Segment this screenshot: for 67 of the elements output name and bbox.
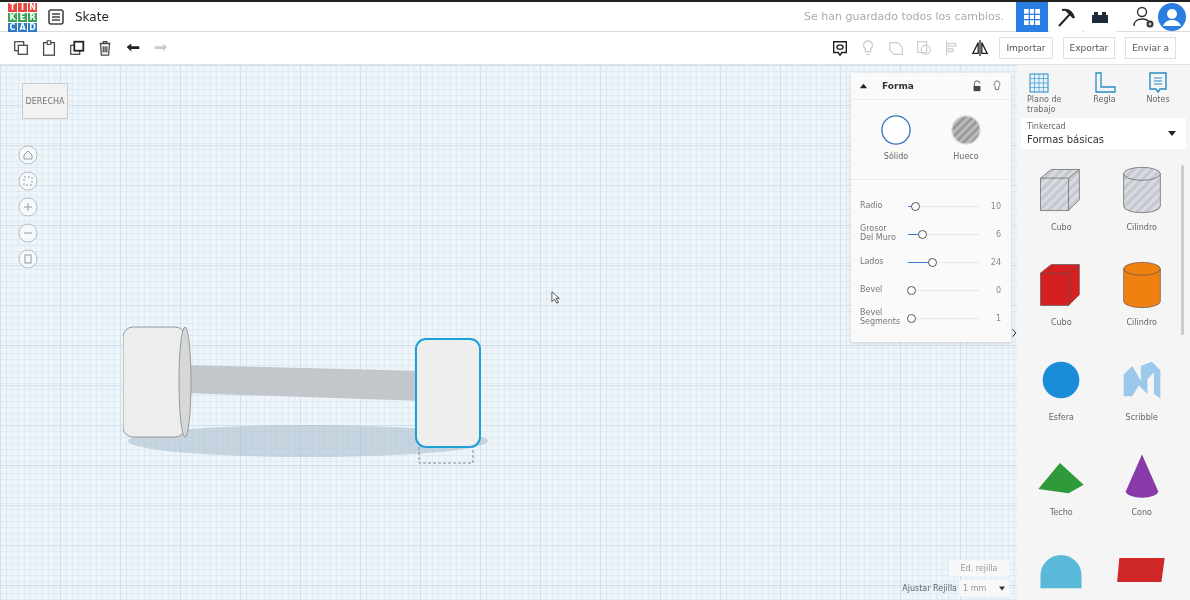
snap-grid-label: Ajustar Rejilla xyxy=(902,583,957,593)
caret-icon xyxy=(1168,131,1176,137)
logo-letter: A xyxy=(18,22,27,32)
design-title[interactable]: Skate xyxy=(75,9,109,24)
cursor-icon xyxy=(551,291,561,304)
grid-icon xyxy=(1022,6,1042,27)
logo-letter: R xyxy=(28,12,37,22)
logo-letter: E xyxy=(18,12,27,22)
view-cube[interactable]: DERECHA xyxy=(22,83,68,119)
grid-plane-icon[interactable] xyxy=(1027,71,1051,95)
library-select[interactable]: Tinkercad Formas básicas xyxy=(1021,118,1186,150)
bulb-icon[interactable] xyxy=(991,80,1003,92)
hole-option[interactable] xyxy=(950,114,982,146)
list-icon[interactable] xyxy=(47,7,65,26)
add-user-icon[interactable] xyxy=(1132,4,1156,29)
slider-label: Bevel Segments xyxy=(860,309,902,327)
shape-label: Techo xyxy=(1049,508,1073,518)
duplicate-icon[interactable] xyxy=(68,39,86,57)
slider-value: 1 xyxy=(994,313,1001,323)
paste-icon[interactable] xyxy=(40,39,58,57)
panel-title: Forma xyxy=(882,81,914,91)
logo-letter: D xyxy=(28,22,37,32)
note-icon[interactable] xyxy=(1146,71,1170,95)
logo-letter: T xyxy=(8,2,17,12)
slider-label: Grosor Del Muro xyxy=(860,225,897,243)
solid-option[interactable] xyxy=(880,114,912,146)
shape-label: Cubo xyxy=(1050,318,1072,328)
action-button[interactable]: Importar xyxy=(999,37,1053,59)
shape-label: Scribble xyxy=(1125,413,1158,423)
grid-view-button[interactable] xyxy=(1016,1,1048,32)
logo-letter: N xyxy=(28,2,37,12)
tool-label: Plano de trabajo xyxy=(1027,95,1063,115)
chevron-icon[interactable] xyxy=(1012,327,1017,339)
caret-icon xyxy=(999,585,1005,591)
home-icon[interactable] xyxy=(18,145,38,165)
action-button[interactable]: Enviar a xyxy=(1125,37,1176,59)
avatar-icon[interactable] xyxy=(1158,2,1186,31)
logo-letter: K xyxy=(8,12,17,22)
logo-letter: I xyxy=(18,2,27,12)
option-label: Hueco xyxy=(953,152,979,161)
shape-label: Cubo xyxy=(1050,223,1072,233)
logo-letter: C xyxy=(8,22,17,32)
shape-label: Cilindro xyxy=(1126,318,1157,328)
slider-value: 6 xyxy=(994,229,1001,239)
perspective-icon[interactable] xyxy=(18,249,38,269)
save-status: Se han guardado todos los cambios. xyxy=(804,10,1004,23)
slider-value: 0 xyxy=(994,285,1001,295)
comment-icon[interactable] xyxy=(831,39,850,57)
tool-label: Regla xyxy=(1093,95,1116,105)
ruler-icon[interactable] xyxy=(1092,71,1117,95)
action-button[interactable]: Exportar xyxy=(1062,37,1116,59)
shape-label: Esfera xyxy=(1048,413,1074,423)
slider-label: Lados xyxy=(860,257,885,267)
collapse-icon[interactable] xyxy=(859,81,868,91)
slider-label: Bevel xyxy=(860,285,884,295)
option-label: Sólido xyxy=(883,152,909,161)
slider-value: 10 xyxy=(989,201,1001,211)
shape-label: Cono xyxy=(1131,508,1152,518)
slider-label: Radio xyxy=(860,201,884,211)
shape-label: Cilindro xyxy=(1126,223,1157,233)
slider-value: 24 xyxy=(989,257,1001,267)
zoom-in-icon[interactable] xyxy=(18,197,38,217)
mirror-icon[interactable] xyxy=(971,39,990,57)
copy-icon[interactable] xyxy=(12,39,30,57)
unlock-icon[interactable] xyxy=(971,80,983,92)
tool-label: Notes xyxy=(1146,95,1170,105)
logo[interactable]: T I N K E R C A D xyxy=(8,2,37,32)
